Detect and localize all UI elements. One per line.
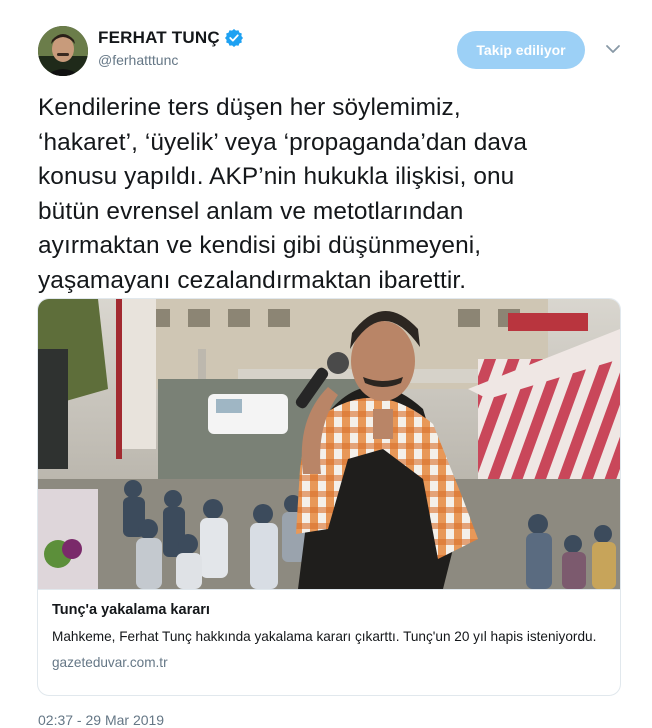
name-row: FERHAT TUNÇ (98, 28, 243, 48)
user-block: FERHAT TUNÇ @ferhatttunc (98, 28, 243, 68)
card-domain[interactable]: gazeteduvar.com.tr (52, 655, 606, 670)
avatar[interactable] (38, 26, 88, 76)
card-image[interactable] (38, 299, 620, 589)
display-name[interactable]: FERHAT TUNÇ (98, 28, 220, 48)
verified-badge-icon (224, 29, 243, 47)
card-body[interactable]: Tunç'a yakalama kararı Mahkeme, Ferhat T… (38, 589, 620, 695)
following-button[interactable]: Takip ediliyor (457, 31, 585, 69)
tweet-text: Kendilerine ters düşen her söylemimiz, ‘… (38, 94, 528, 294)
tweet-header: FERHAT TUNÇ @ferhatttunc Takip ediliyor (0, 0, 652, 90)
user-handle[interactable]: @ferhatttunc (98, 52, 243, 68)
chevron-down-icon[interactable] (604, 42, 622, 56)
card-description: Mahkeme, Ferhat Tunç hakkında yakalama k… (52, 629, 597, 644)
link-card[interactable]: Tunç'a yakalama kararı Mahkeme, Ferhat T… (37, 298, 621, 696)
card-title[interactable]: Tunç'a yakalama kararı (52, 602, 606, 618)
tweet-timestamp[interactable]: 02:37 - 29 Mar 2019 (38, 712, 164, 728)
